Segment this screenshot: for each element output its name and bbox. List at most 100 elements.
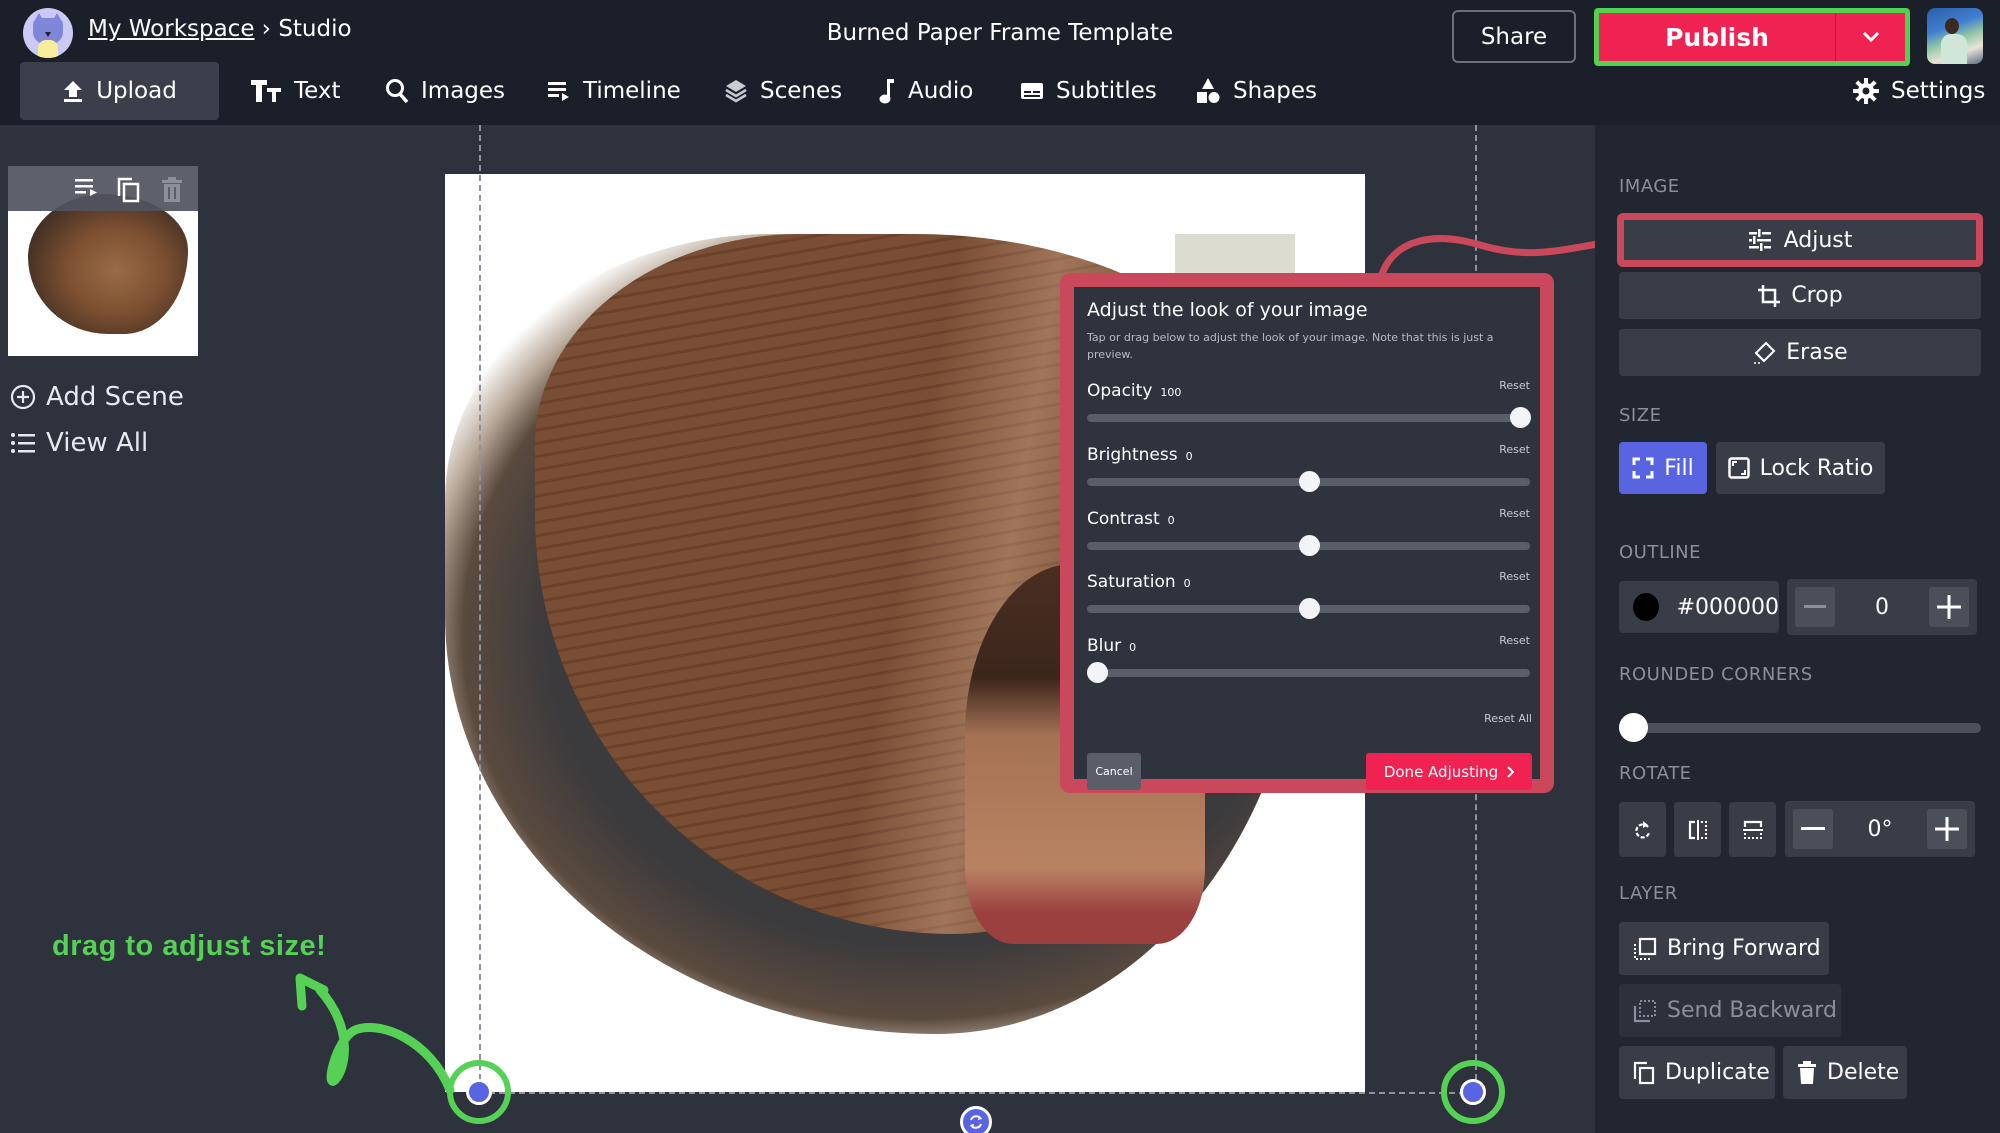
add-scene-label: Add Scene bbox=[46, 382, 184, 412]
user-avatar[interactable] bbox=[1927, 8, 1983, 64]
timeline-icon[interactable] bbox=[74, 176, 100, 198]
rotate-section-label: ROTATE bbox=[1619, 763, 1692, 784]
chevron-down-icon bbox=[1862, 31, 1879, 43]
resize-handle-bottom-right[interactable] bbox=[1460, 1079, 1486, 1105]
flip-horizontal-icon bbox=[1688, 819, 1707, 840]
contrast-reset-button[interactable]: Reset bbox=[1499, 507, 1530, 520]
view-all-button[interactable]: View All bbox=[10, 428, 148, 458]
add-scene-button[interactable]: Add Scene bbox=[10, 382, 184, 412]
duplicate-button[interactable]: Duplicate bbox=[1619, 1046, 1775, 1099]
adjust-button-label: Adjust bbox=[1783, 227, 1853, 253]
bring-forward-button[interactable]: Bring Forward bbox=[1619, 922, 1829, 975]
flip-horizontal-button[interactable] bbox=[1674, 802, 1721, 857]
fullscreen-icon bbox=[1632, 457, 1654, 479]
chevron-right-icon bbox=[1507, 765, 1515, 778]
bring-forward-label: Bring Forward bbox=[1667, 936, 1821, 961]
flip-vertical-button[interactable] bbox=[1729, 802, 1776, 857]
adjust-label: Saturation 0 bbox=[1087, 572, 1191, 592]
opacity-slider[interactable] bbox=[1087, 407, 1531, 428]
done-adjusting-button[interactable]: Done Adjusting bbox=[1366, 753, 1532, 790]
duplicate-icon bbox=[1633, 1061, 1655, 1084]
bring-forward-icon bbox=[1634, 937, 1657, 960]
saturation-slider-thumb[interactable] bbox=[1298, 598, 1320, 619]
duplicate-scene-icon[interactable] bbox=[116, 176, 142, 204]
nav-upload[interactable]: Upload bbox=[20, 62, 219, 120]
saturation-reset-button[interactable]: Reset bbox=[1499, 570, 1530, 583]
adjust-button[interactable]: Adjust bbox=[1617, 213, 1983, 267]
delete-button[interactable]: Delete bbox=[1783, 1046, 1907, 1099]
outline-section-label: OUTLINE bbox=[1619, 542, 1702, 563]
rounded-corners-slider-thumb[interactable] bbox=[1619, 713, 1648, 742]
outline-decrement-button[interactable] bbox=[1795, 587, 1835, 627]
nav-upload-label: Upload bbox=[96, 78, 177, 104]
duplicate-label: Duplicate bbox=[1665, 1060, 1770, 1085]
adjust-label: Opacity 100 bbox=[1087, 381, 1181, 401]
reset-all-button[interactable]: Reset All bbox=[1484, 712, 1532, 725]
selection-border-left bbox=[479, 125, 481, 1090]
adjust-label: Contrast 0 bbox=[1087, 509, 1175, 529]
blur-slider[interactable] bbox=[1087, 662, 1530, 683]
plus-icon bbox=[1937, 595, 1961, 619]
rotation-decrement-button[interactable] bbox=[1793, 809, 1833, 849]
trash-icon bbox=[1798, 1060, 1816, 1084]
adjust-image-popup: Adjust the look of your image Tap or dra… bbox=[1060, 273, 1554, 793]
list-icon bbox=[11, 433, 35, 453]
saturation-slider[interactable] bbox=[1087, 598, 1530, 619]
opacity-slider-thumb[interactable] bbox=[1510, 407, 1531, 428]
outline-increment-button[interactable] bbox=[1929, 587, 1969, 627]
brightness-slider[interactable] bbox=[1087, 471, 1530, 492]
nav-images[interactable]: Images bbox=[385, 62, 505, 120]
timeline-icon bbox=[548, 82, 569, 101]
publish-dropdown-button[interactable] bbox=[1835, 13, 1905, 61]
nav-settings-label: Settings bbox=[1891, 78, 1986, 104]
document-title[interactable]: Burned Paper Frame Template bbox=[827, 20, 1173, 46]
blur-reset-button[interactable]: Reset bbox=[1499, 634, 1530, 647]
rounded-corners-slider[interactable] bbox=[1619, 713, 1981, 742]
minus-icon bbox=[1804, 605, 1826, 608]
blur-slider-thumb[interactable] bbox=[1087, 662, 1108, 683]
nav-timeline-label: Timeline bbox=[583, 78, 681, 104]
crop-button[interactable]: Crop bbox=[1619, 272, 1981, 319]
aspect-ratio-icon bbox=[1727, 457, 1750, 479]
cancel-button[interactable]: Cancel bbox=[1087, 753, 1141, 790]
outline-color-picker[interactable]: #000000 bbox=[1619, 581, 1779, 633]
nav-scenes[interactable]: Scenes bbox=[724, 62, 842, 120]
send-backward-button[interactable]: Send Backward bbox=[1619, 984, 1841, 1037]
adjust-row-saturation: Saturation 0 Reset bbox=[1087, 570, 1530, 632]
rounded-corners-section-label: ROUNDED CORNERS bbox=[1619, 664, 1813, 685]
outline-width-value[interactable]: 0 bbox=[1837, 579, 1927, 635]
nav-settings[interactable]: Settings bbox=[1853, 62, 1985, 120]
delete-scene-icon[interactable] bbox=[160, 176, 184, 204]
rotation-value[interactable]: 0° bbox=[1835, 801, 1925, 857]
nav-subtitles[interactable]: Subtitles bbox=[1020, 62, 1157, 120]
nav-timeline[interactable]: Timeline bbox=[547, 62, 681, 120]
brightness-slider-thumb[interactable] bbox=[1298, 471, 1320, 492]
fill-button[interactable]: Fill bbox=[1619, 442, 1707, 494]
nav-audio[interactable]: Audio bbox=[878, 62, 973, 120]
nav-text[interactable]: Text bbox=[250, 62, 341, 120]
crop-button-label: Crop bbox=[1791, 283, 1843, 308]
logo-cat-nose bbox=[45, 32, 51, 37]
plus-circle-icon bbox=[10, 384, 36, 410]
done-adjusting-label: Done Adjusting bbox=[1383, 762, 1499, 781]
selection-border-bottom bbox=[479, 1092, 1475, 1094]
brightness-reset-button[interactable]: Reset bbox=[1499, 443, 1530, 456]
rotate-handle[interactable] bbox=[960, 1106, 992, 1133]
saturation-label: Saturation bbox=[1087, 572, 1176, 592]
rotation-increment-button[interactable] bbox=[1927, 809, 1967, 849]
erase-button[interactable]: Erase bbox=[1619, 329, 1981, 376]
workspace-link[interactable]: My Workspace bbox=[88, 16, 254, 42]
publish-button[interactable]: Publish bbox=[1599, 13, 1835, 61]
nav-shapes[interactable]: Shapes bbox=[1195, 62, 1317, 120]
adjust-row-blur: Blur 0 Reset bbox=[1087, 634, 1530, 696]
contrast-slider[interactable] bbox=[1087, 535, 1530, 556]
adjust-row-contrast: Contrast 0 Reset bbox=[1087, 507, 1530, 569]
rotate-clockwise-button[interactable] bbox=[1619, 802, 1666, 857]
contrast-slider-thumb[interactable] bbox=[1298, 535, 1320, 556]
app-logo[interactable] bbox=[23, 8, 73, 58]
opacity-reset-button[interactable]: Reset bbox=[1499, 379, 1530, 392]
lock-ratio-button[interactable]: Lock Ratio bbox=[1716, 442, 1885, 494]
layers-icon bbox=[725, 80, 747, 103]
share-button[interactable]: Share bbox=[1452, 10, 1576, 63]
scene-thumbnail[interactable] bbox=[8, 166, 198, 356]
